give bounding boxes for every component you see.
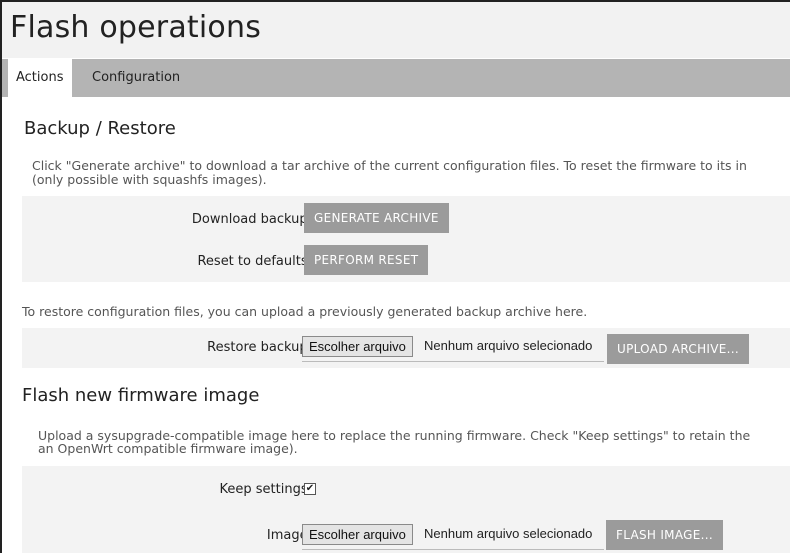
flash-description: Upload a sysupgrade-compatible image her… bbox=[22, 428, 790, 460]
restore-no-file-text: Nenhum arquivo selecionado bbox=[424, 338, 593, 353]
generate-archive-button[interactable]: GENERATE ARCHIVE bbox=[304, 203, 449, 233]
backup-description: Click "Generate archive" to download a t… bbox=[22, 158, 790, 190]
restore-backup-row: Restore backup: Escolher arquivo Nenhum … bbox=[22, 328, 790, 368]
image-file-input[interactable]: Escolher arquivo Nenhum arquivo selecion… bbox=[302, 520, 604, 550]
keep-settings-checkbox[interactable]: ✔ bbox=[304, 483, 316, 495]
tab-configuration[interactable]: Configuration bbox=[82, 59, 190, 97]
restore-file-input[interactable]: Escolher arquivo Nenhum arquivo selecion… bbox=[302, 332, 604, 362]
backup-description-line2: (only possible with squashfs images). bbox=[32, 172, 267, 187]
download-backup-row: Download backup: GENERATE ARCHIVE bbox=[22, 200, 790, 240]
tab-bar: Actions Configuration bbox=[2, 59, 790, 97]
restore-description: To restore configuration files, you can … bbox=[22, 304, 588, 319]
image-no-file-text: Nenhum arquivo selecionado bbox=[424, 526, 593, 541]
image-row: Image: Escolher arquivo Nenhum arquivo s… bbox=[22, 516, 790, 553]
flash-image-button[interactable]: FLASH IMAGE... bbox=[606, 520, 723, 550]
upload-archive-button[interactable]: UPLOAD ARCHIVE... bbox=[607, 334, 750, 364]
restore-backup-label: Restore backup: bbox=[207, 340, 312, 355]
keep-settings-row: Keep settings: ✔ bbox=[22, 470, 790, 510]
keep-settings-label: Keep settings: bbox=[219, 482, 312, 497]
restore-choose-file-button[interactable]: Escolher arquivo bbox=[302, 336, 413, 357]
flash-firmware-title: Flash new firmware image bbox=[22, 385, 260, 406]
image-choose-file-button[interactable]: Escolher arquivo bbox=[302, 524, 413, 545]
perform-reset-button[interactable]: PERFORM RESET bbox=[304, 245, 429, 275]
tab-actions[interactable]: Actions bbox=[8, 59, 72, 97]
window-frame: Flash operations Actions Configuration B… bbox=[0, 0, 790, 553]
reset-defaults-label: Reset to defaults: bbox=[197, 254, 312, 269]
backup-restore-title: Backup / Restore bbox=[24, 118, 176, 139]
checkmark-icon: ✔ bbox=[305, 483, 315, 494]
page-title: Flash operations bbox=[10, 10, 262, 45]
backup-description-line1: Click "Generate archive" to download a t… bbox=[32, 158, 747, 173]
reset-defaults-row: Reset to defaults: PERFORM RESET bbox=[22, 242, 790, 282]
download-backup-label: Download backup: bbox=[191, 212, 312, 227]
flash-description-line2: an OpenWrt compatible firmware image). bbox=[38, 441, 298, 456]
